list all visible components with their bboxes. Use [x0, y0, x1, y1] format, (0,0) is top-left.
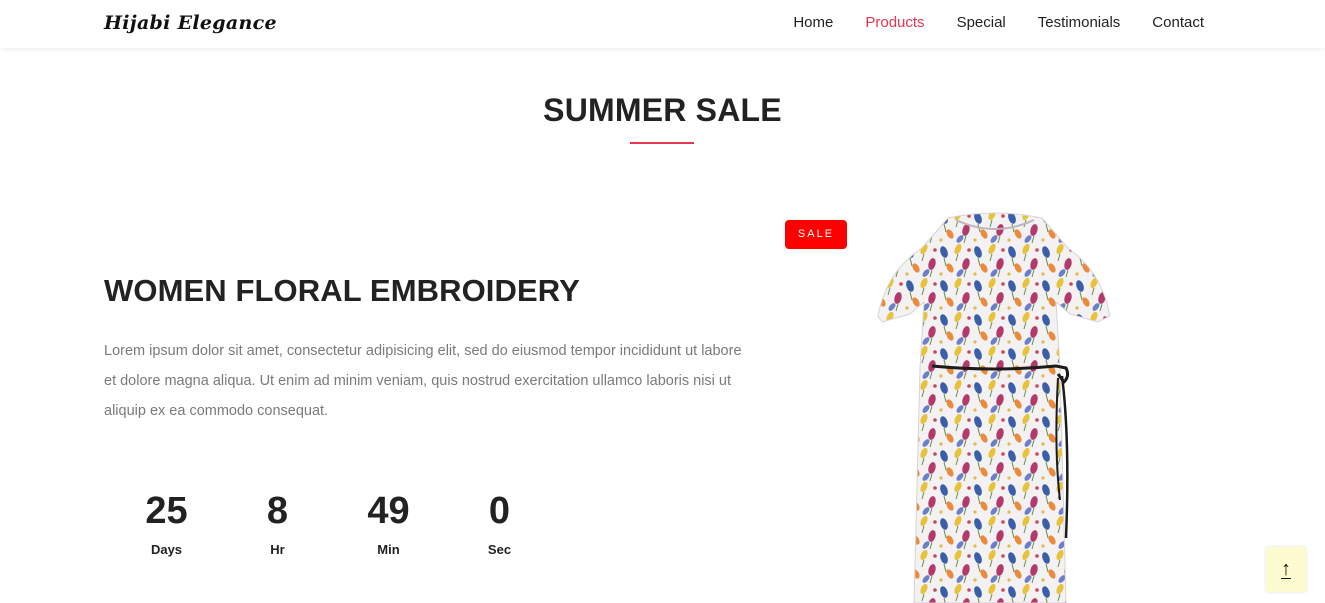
- nav-contact[interactable]: Contact: [1152, 14, 1204, 31]
- countdown-hours-label: Hr: [270, 542, 285, 557]
- countdown-days-value: 25: [145, 490, 188, 532]
- countdown-minutes: 49 Min: [333, 488, 444, 557]
- countdown-minutes-label: Min: [377, 542, 400, 557]
- nav-home[interactable]: Home: [793, 14, 833, 31]
- product-image-dress[interactable]: [870, 210, 1120, 603]
- sale-badge: SALE: [785, 220, 847, 249]
- title-underline: [630, 142, 694, 144]
- arrow-up-icon: ↑: [1281, 558, 1291, 580]
- countdown-seconds: 0 Sec: [444, 488, 555, 557]
- nav-special[interactable]: Special: [957, 14, 1006, 31]
- product-description: Lorem ipsum dolor sit amet, consectetur …: [104, 343, 742, 419]
- section-title: SUMMER SALE: [543, 92, 782, 128]
- nav-products[interactable]: Products: [865, 14, 924, 31]
- countdown-seconds-label: Sec: [487, 542, 512, 557]
- nav-testimonials[interactable]: Testimonials: [1038, 14, 1121, 31]
- main-nav: Home Products Special Testimonials Conta…: [793, 14, 1204, 31]
- countdown-hours: 8 Hr: [222, 488, 333, 557]
- countdown-timer: 25 Days 8 Hr 49 Min 0 Sec: [111, 488, 555, 557]
- product-title: WOMEN FLORAL EMBROIDERY: [104, 273, 580, 308]
- site-header: Hijabi Elegance Home Products Special Te…: [0, 0, 1325, 48]
- countdown-days: 25 Days: [111, 488, 222, 557]
- back-to-top-button[interactable]: ↑: [1266, 547, 1306, 592]
- countdown-seconds-value: 0: [488, 490, 511, 532]
- countdown-minutes-value: 49: [367, 490, 410, 532]
- countdown-days-label: Days: [150, 542, 183, 557]
- site-logo[interactable]: Hijabi Elegance: [104, 12, 277, 34]
- countdown-hours-value: 8: [266, 490, 289, 532]
